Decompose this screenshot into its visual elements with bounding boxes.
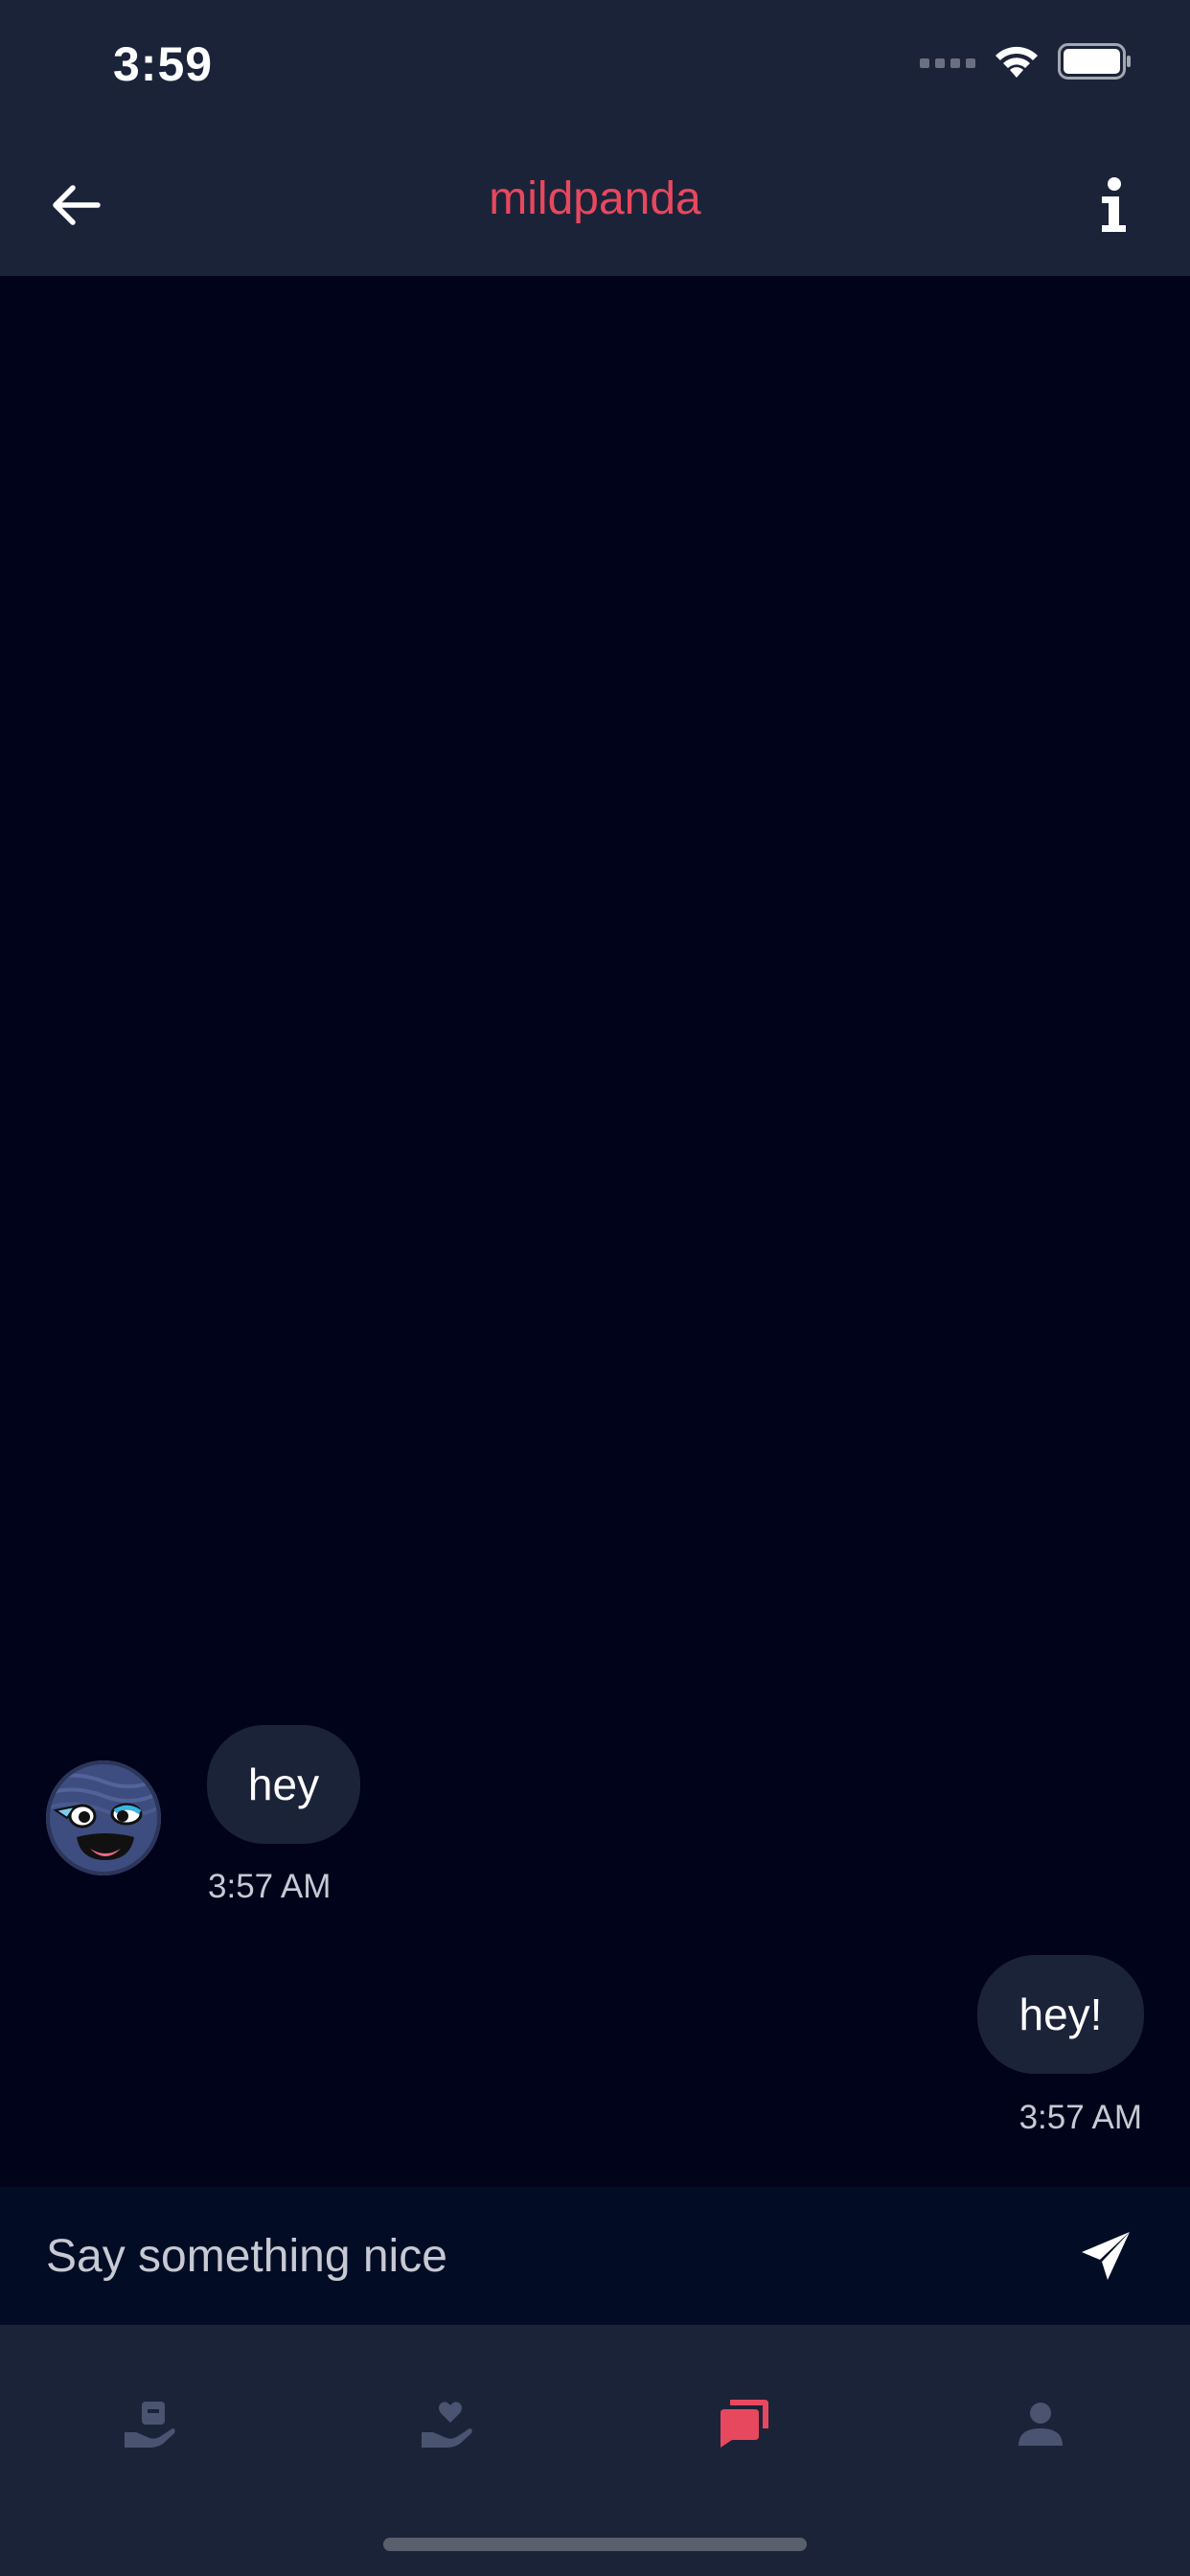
- tab-hand-box[interactable]: [92, 2367, 207, 2482]
- tab-profile[interactable]: [983, 2367, 1098, 2482]
- message-timestamp: 3:57 AM: [1018, 2099, 1142, 2136]
- tab-hand-heart[interactable]: [389, 2367, 504, 2482]
- tab-chats[interactable]: [686, 2367, 801, 2482]
- outgoing-message-bubble[interactable]: hey!: [977, 1955, 1144, 2074]
- cellular-signal-icon: [920, 58, 975, 68]
- hand-box-icon: [125, 2402, 175, 2448]
- conversation-title: mildpanda: [489, 173, 701, 224]
- message-list[interactable]: [0, 276, 1190, 2187]
- avatar-image: [46, 1760, 161, 1875]
- profile-icon: [1018, 2403, 1063, 2446]
- message-input[interactable]: [46, 2187, 1052, 2325]
- status-icons: [920, 42, 1133, 80]
- info-icon: [1102, 177, 1126, 232]
- avatar[interactable]: [46, 1760, 161, 1875]
- home-indicator: [383, 2538, 807, 2551]
- info-button[interactable]: [1075, 167, 1152, 243]
- send-icon: [1082, 2232, 1130, 2280]
- chat-header: mildpanda: [0, 134, 1190, 276]
- message-text: hey: [247, 1760, 320, 1809]
- wifi-icon: [995, 46, 1038, 78]
- battery-icon: [1058, 43, 1131, 80]
- status-time: 3:59: [113, 37, 214, 91]
- status-bar: 3:59: [0, 0, 1190, 134]
- message-timestamp: 3:57 AM: [208, 1868, 332, 1905]
- message-text: hey!: [1018, 1990, 1103, 2039]
- incoming-message-bubble[interactable]: hey: [207, 1725, 360, 1844]
- send-button[interactable]: [1060, 2210, 1152, 2302]
- hand-heart-icon: [422, 2402, 472, 2448]
- message-composer: [0, 2187, 1190, 2325]
- chat-bubbles-icon: [721, 2400, 768, 2448]
